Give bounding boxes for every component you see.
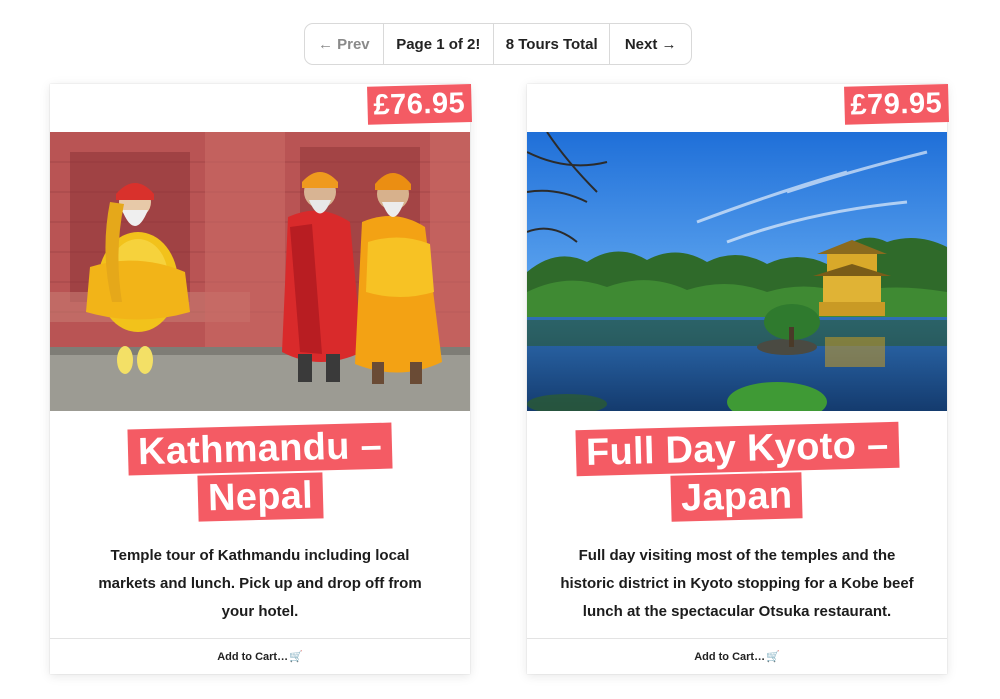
cart-icon: 🛒 (766, 651, 780, 663)
tour-title-line2: Japan (670, 472, 804, 522)
kyoto-photo-illustration (527, 132, 947, 411)
add-to-cart-label: Add to Cart… (694, 650, 766, 663)
kathmandu-photo-illustration (50, 132, 470, 411)
prev-button[interactable]: ← Prev (305, 24, 384, 64)
tour-title-line2: Nepal (196, 472, 324, 522)
next-button[interactable]: Next → (610, 24, 691, 64)
pagination: ← Prev Page 1 of 2! 8 Tours Total Next → (304, 23, 692, 65)
tour-card-kyoto: £79.95 Full Day Kyoto – Japan Full day v… (527, 84, 949, 674)
tours-total: 8 Tours Total (494, 24, 611, 64)
add-to-cart-button[interactable]: Add to Cart… 🛒 (50, 638, 470, 674)
tour-card-kathmandu: £76.95 Kathmandu – Nepal Temple tour of … (50, 84, 472, 674)
tour-title[interactable]: Kathmandu – Nepal (50, 422, 470, 522)
price-tag: £79.95 (844, 84, 949, 125)
tour-title[interactable]: Full Day Kyoto – Japan (527, 421, 947, 522)
tour-photo-kathmandu[interactable] (50, 132, 470, 411)
tour-photo-kyoto[interactable] (527, 132, 947, 411)
tour-title-line1: Kathmandu – (127, 422, 393, 476)
tour-title-line1: Full Day Kyoto – (575, 421, 899, 477)
add-to-cart-label: Add to Cart… (217, 650, 289, 663)
price-tag: £76.95 (367, 84, 472, 125)
cart-icon: 🛒 (289, 651, 303, 663)
tour-description: Temple tour of Kathmandu including local… (98, 547, 422, 620)
add-to-cart-button[interactable]: Add to Cart… 🛒 (527, 638, 947, 674)
page-indicator: Page 1 of 2! (384, 24, 495, 64)
tour-description: Full day visiting most of the temples an… (560, 547, 914, 620)
